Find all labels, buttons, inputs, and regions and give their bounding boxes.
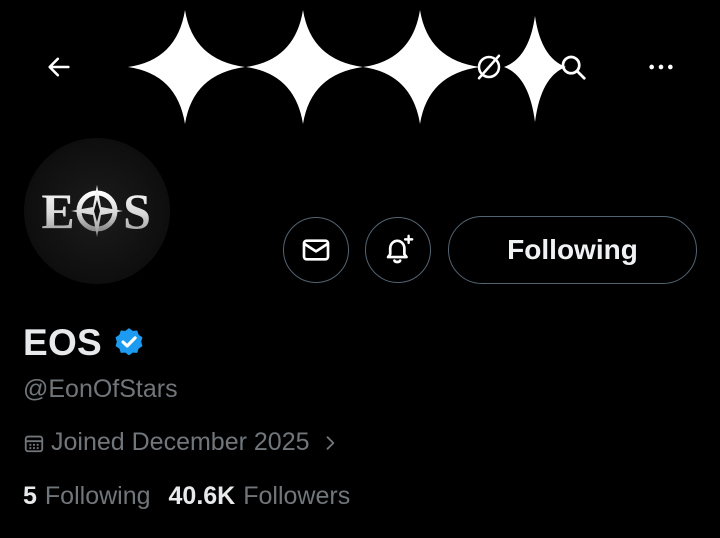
following-label: Following bbox=[44, 482, 151, 510]
joined-date: Joined December 2025 bbox=[51, 428, 310, 456]
profile-handle: @EonOfStars bbox=[23, 375, 178, 403]
joined-row[interactable]: Joined December 2025 bbox=[23, 428, 340, 457]
star-shape bbox=[128, 10, 245, 124]
calendar-icon bbox=[24, 435, 44, 452]
banner-stars bbox=[128, 10, 566, 124]
verified-badge-icon[interactable] bbox=[112, 326, 146, 360]
notifications-button[interactable] bbox=[365, 217, 431, 283]
arrow-left-icon bbox=[48, 57, 70, 77]
profile-banner[interactable] bbox=[0, 0, 720, 135]
grok-icon bbox=[477, 54, 501, 80]
more-horizontal-icon bbox=[649, 64, 673, 70]
star-shape bbox=[246, 10, 363, 124]
stats-row: 5 Following 40.6K Followers bbox=[23, 482, 350, 511]
following-count: 5 bbox=[23, 482, 37, 510]
envelope-icon bbox=[302, 239, 330, 261]
following-button[interactable]: Following bbox=[448, 216, 697, 284]
star-shape bbox=[363, 10, 480, 124]
svg-text:S: S bbox=[123, 183, 151, 239]
back-button[interactable] bbox=[36, 44, 82, 90]
followers-label: Followers bbox=[243, 482, 351, 510]
avatar[interactable]: E S bbox=[24, 138, 170, 284]
display-name: EOS bbox=[23, 322, 103, 363]
search-icon bbox=[561, 55, 586, 80]
message-button[interactable] bbox=[283, 217, 349, 283]
search-button[interactable] bbox=[550, 44, 596, 90]
name-row: EOS bbox=[23, 322, 146, 364]
svg-text:E: E bbox=[41, 183, 74, 239]
chevron-right-icon bbox=[326, 435, 334, 450]
following-button-label: Following bbox=[507, 234, 638, 265]
bell-plus-icon bbox=[386, 234, 414, 264]
followers-count: 40.6K bbox=[168, 482, 236, 510]
following-stat[interactable]: 5 Following bbox=[23, 482, 151, 511]
eos-logo: E S bbox=[41, 183, 151, 239]
grok-button[interactable] bbox=[466, 44, 512, 90]
followers-stat[interactable]: 40.6K Followers bbox=[169, 482, 351, 511]
more-button[interactable] bbox=[638, 44, 684, 90]
